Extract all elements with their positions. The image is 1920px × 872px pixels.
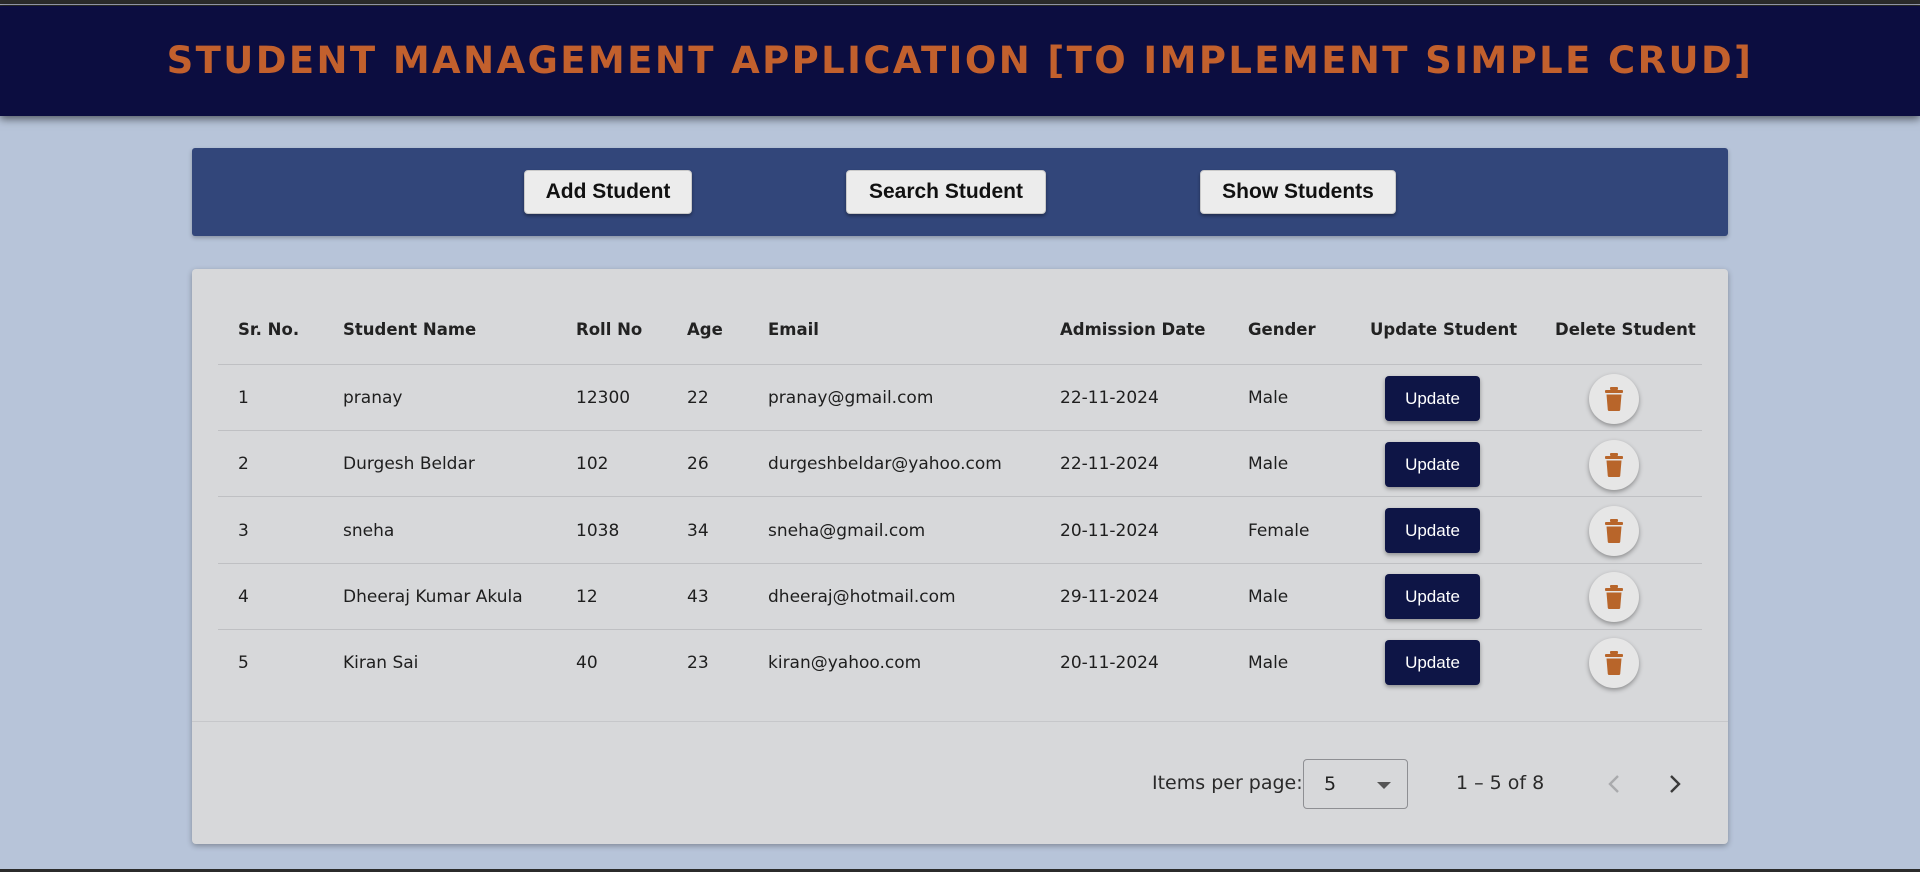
update-student-button[interactable]: Update	[1385, 508, 1480, 553]
chevron-down-icon	[1377, 782, 1391, 789]
cell-sr-no: 5	[238, 653, 249, 673]
cell-admission-date: 22-11-2024	[1060, 388, 1159, 408]
column-header-sr-no: Sr. No.	[238, 320, 300, 339]
action-toolbar: Add Student Search Student Show Students	[192, 148, 1728, 236]
app-title: STUDENT MANAGEMENT APPLICATION [TO IMPLE…	[166, 38, 1754, 82]
trash-icon	[1605, 585, 1623, 609]
delete-student-button[interactable]	[1589, 440, 1639, 490]
update-student-button[interactable]: Update	[1385, 574, 1480, 619]
page-size-value: 5	[1324, 773, 1337, 795]
cell-email: pranay@gmail.com	[768, 388, 934, 408]
cell-student-name: Dheeraj Kumar Akula	[343, 587, 523, 607]
students-table-card: Sr. No. Student Name Roll No Age Email A…	[192, 269, 1728, 844]
cell-gender: Male	[1248, 388, 1289, 408]
cell-email: sneha@gmail.com	[768, 521, 926, 541]
cell-sr-no: 1	[238, 388, 249, 408]
trash-icon	[1605, 519, 1623, 543]
previous-page-button[interactable]	[1594, 764, 1634, 804]
show-students-button[interactable]: Show Students	[1200, 170, 1396, 214]
cell-sr-no: 4	[238, 587, 249, 607]
cell-email: durgeshbeldar@yahoo.com	[768, 454, 1002, 474]
column-header-update-student: Update Student	[1370, 320, 1518, 339]
trash-icon	[1605, 651, 1623, 675]
delete-student-button[interactable]	[1589, 374, 1639, 424]
cell-admission-date: 20-11-2024	[1060, 653, 1159, 673]
delete-student-button[interactable]	[1589, 506, 1639, 556]
delete-student-button[interactable]	[1589, 638, 1639, 688]
cell-roll-no: 1038	[576, 521, 620, 541]
cell-age: 23	[687, 653, 709, 673]
cell-roll-no: 12	[576, 587, 598, 607]
page-range-label: 1 – 5 of 8	[1456, 772, 1545, 794]
app-header: STUDENT MANAGEMENT APPLICATION [TO IMPLE…	[0, 6, 1920, 116]
cell-gender: Male	[1248, 587, 1289, 607]
cell-student-name: Durgesh Beldar	[343, 454, 475, 474]
cell-student-name: pranay	[343, 388, 403, 408]
cell-roll-no: 12300	[576, 388, 631, 408]
column-header-gender: Gender	[1248, 320, 1316, 339]
items-per-page-label: Items per page:	[1152, 772, 1303, 794]
column-header-roll-no: Roll No	[576, 320, 643, 339]
cell-admission-date: 22-11-2024	[1060, 454, 1159, 474]
cell-email: dheeraj@hotmail.com	[768, 587, 956, 607]
cell-admission-date: 20-11-2024	[1060, 521, 1159, 541]
header-divider	[218, 364, 1702, 365]
add-student-button[interactable]: Add Student	[524, 170, 692, 214]
row-divider	[218, 629, 1702, 630]
cell-roll-no: 102	[576, 454, 609, 474]
chevron-left-icon	[1608, 775, 1619, 793]
cell-age: 22	[687, 388, 709, 408]
cell-sr-no: 3	[238, 521, 249, 541]
trash-icon	[1605, 453, 1623, 477]
update-student-button[interactable]: Update	[1385, 442, 1480, 487]
row-divider	[218, 563, 1702, 564]
search-student-button[interactable]: Search Student	[846, 170, 1046, 214]
cell-email: kiran@yahoo.com	[768, 653, 922, 673]
cell-gender: Male	[1248, 454, 1289, 474]
cell-gender: Male	[1248, 653, 1289, 673]
cell-gender: Female	[1248, 521, 1310, 541]
page-size-select[interactable]: 5	[1303, 759, 1408, 809]
cell-sr-no: 2	[238, 454, 249, 474]
cell-age: 26	[687, 454, 709, 474]
chevron-right-icon	[1670, 775, 1681, 793]
cell-age: 43	[687, 587, 709, 607]
update-student-button[interactable]: Update	[1385, 376, 1480, 421]
cell-admission-date: 29-11-2024	[1060, 587, 1159, 607]
row-divider	[218, 430, 1702, 431]
update-student-button[interactable]: Update	[1385, 640, 1480, 685]
column-header-age: Age	[687, 320, 723, 339]
delete-student-button[interactable]	[1589, 572, 1639, 622]
cell-roll-no: 40	[576, 653, 598, 673]
cell-student-name: Kiran Sai	[343, 653, 419, 673]
cell-student-name: sneha	[343, 521, 395, 541]
column-header-delete-student: Delete Student	[1555, 320, 1696, 339]
cell-age: 34	[687, 521, 709, 541]
trash-icon	[1605, 387, 1623, 411]
column-header-student-name: Student Name	[343, 320, 477, 339]
row-divider	[218, 496, 1702, 497]
column-header-email: Email	[768, 320, 819, 339]
next-page-button[interactable]	[1655, 764, 1695, 804]
paginator-divider	[192, 721, 1728, 722]
column-header-admission-date: Admission Date	[1060, 320, 1206, 339]
